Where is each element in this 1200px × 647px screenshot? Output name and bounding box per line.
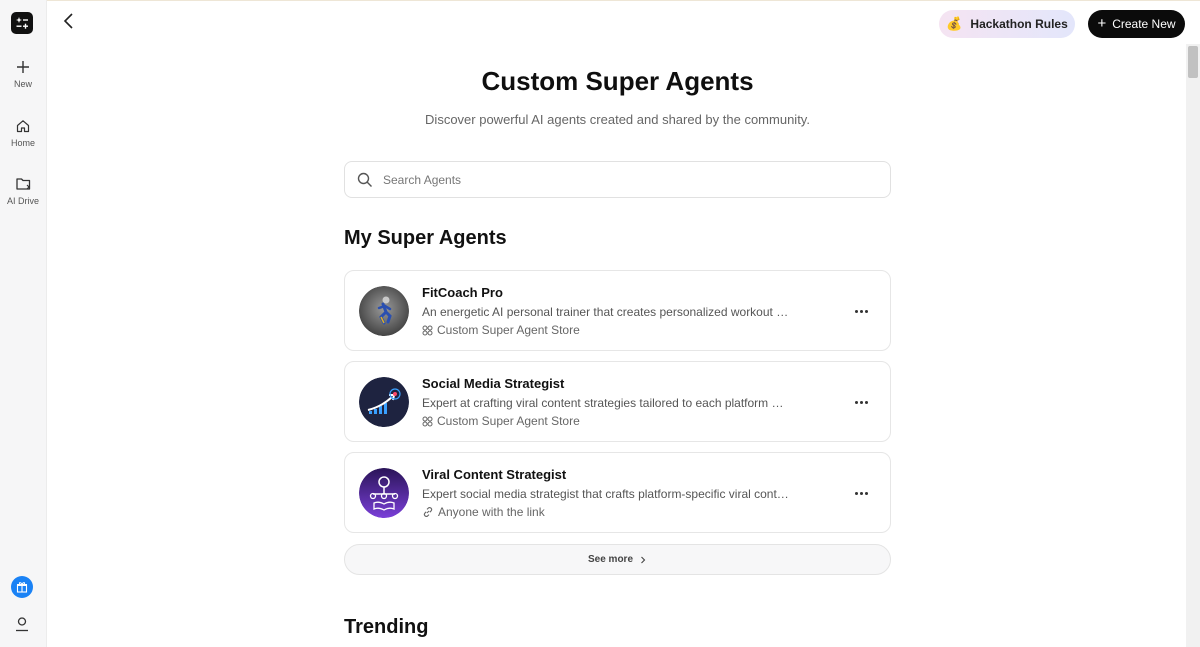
- agent-visibility: Custom Super Agent Store: [422, 323, 580, 337]
- plus-icon: +: [1097, 15, 1107, 32]
- scrollbar-track[interactable]: [1186, 44, 1200, 647]
- agent-avatar: [359, 286, 409, 336]
- page-title: Custom Super Agents: [481, 66, 754, 96]
- see-more-label: See more: [587, 554, 634, 565]
- sidebar-item-label: Home: [10, 138, 35, 148]
- chevron-right-icon: [641, 556, 646, 563]
- money-bag-icon: 💰: [946, 16, 963, 31]
- agent-visibility-label: Custom Super Agent Store: [437, 323, 580, 337]
- search-icon: [357, 172, 372, 187]
- agent-visibility: Custom Super Agent Store: [422, 414, 580, 428]
- agent-name: Viral Content Strategist: [422, 467, 567, 482]
- agent-avatar: [359, 377, 409, 427]
- agent-card-social-media-strategist[interactable]: Social Media Strategist Expert at crafti…: [344, 361, 891, 442]
- back-chevron-icon[interactable]: [62, 12, 76, 35]
- create-new-label: Create New: [1112, 17, 1176, 31]
- agent-card-fitcoach-pro[interactable]: FitCoach Pro An energetic AI personal tr…: [344, 270, 891, 351]
- scrollbar-thumb[interactable]: [1188, 46, 1198, 78]
- search-box[interactable]: [344, 161, 891, 198]
- trending-heading: Trending: [344, 616, 429, 638]
- top-border: [47, 0, 1200, 1]
- link-icon: [423, 507, 433, 517]
- more-options-icon[interactable]: [851, 392, 871, 412]
- search-input[interactable]: [383, 172, 863, 187]
- plus-icon: [17, 61, 29, 73]
- store-icon: [422, 416, 433, 426]
- app-logo-icon[interactable]: [11, 12, 33, 34]
- more-options-icon[interactable]: [851, 483, 871, 503]
- page-subtitle: Discover powerful AI agents created and …: [425, 112, 810, 127]
- sidebar-item-home[interactable]: Home: [0, 119, 46, 148]
- agent-visibility-label: Custom Super Agent Store: [437, 414, 580, 428]
- home-icon: [16, 120, 30, 133]
- agent-name: Social Media Strategist: [422, 376, 565, 391]
- folder-icon: [15, 178, 30, 190]
- sidebar-item-label: New: [13, 79, 32, 89]
- agent-avatar: [359, 468, 409, 518]
- sidebar-item-new[interactable]: New: [0, 60, 46, 89]
- see-more-button[interactable]: See more: [344, 544, 891, 575]
- more-options-icon[interactable]: [851, 301, 871, 321]
- hackathon-rules-button[interactable]: 💰 Hackathon Rules: [939, 10, 1075, 38]
- user-profile-icon[interactable]: [13, 615, 31, 638]
- agent-description: An energetic AI personal trainer that cr…: [422, 305, 792, 319]
- create-new-button[interactable]: + Create New: [1088, 10, 1185, 38]
- agent-name: FitCoach Pro: [422, 285, 503, 300]
- hackathon-rules-label: Hackathon Rules: [970, 17, 1068, 31]
- sidebar: New Home AI Drive: [0, 0, 47, 647]
- gift-icon[interactable]: [11, 576, 33, 598]
- sidebar-item-ai-drive[interactable]: AI Drive: [0, 177, 46, 206]
- agent-visibility: Anyone with the link: [422, 505, 545, 519]
- agent-card-viral-content-strategist[interactable]: Viral Content Strategist Expert social m…: [344, 452, 891, 533]
- store-icon: [422, 325, 433, 335]
- agent-description: Expert social media strategist that craf…: [422, 487, 792, 501]
- sidebar-item-label: AI Drive: [6, 196, 39, 206]
- agent-visibility-label: Anyone with the link: [438, 505, 545, 519]
- agent-description: Expert at crafting viral content strateg…: [422, 396, 792, 410]
- my-agents-heading: My Super Agents: [344, 227, 507, 249]
